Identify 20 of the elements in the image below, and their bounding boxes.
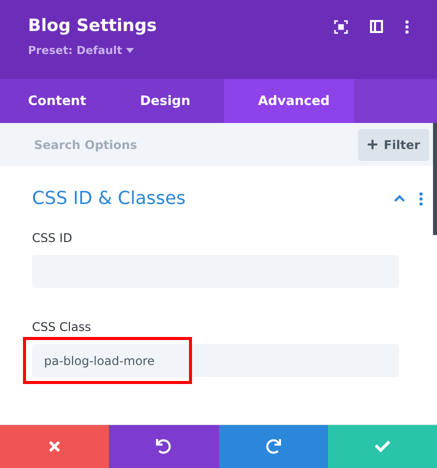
section-title: CSS ID & Classes — [32, 188, 186, 209]
redo-icon — [266, 439, 281, 454]
tab[interactable]: Advanced — [224, 79, 354, 123]
more-options-icon[interactable] — [419, 192, 423, 206]
plus-icon — [366, 139, 378, 150]
preset-dropdown[interactable]: Preset: Default — [28, 44, 157, 57]
filter-button[interactable]: Filter — [358, 128, 429, 160]
search-field[interactable]: Search Options — [32, 136, 232, 152]
chevron-up-icon[interactable] — [394, 195, 405, 202]
caret-icon[interactable] — [126, 48, 134, 53]
sidebar-layout-icon[interactable] — [370, 20, 383, 33]
field-label: CSS Class — [32, 320, 92, 334]
field-label: CSS ID — [32, 231, 74, 245]
fullscreen-icon[interactable] — [334, 20, 348, 34]
undo-icon — [156, 439, 172, 454]
close-icon — [47, 439, 62, 454]
text-field[interactable]: pa-blog-load-more — [32, 344, 399, 377]
more-options-icon[interactable] — [405, 20, 409, 34]
checkmark-icon — [374, 439, 390, 454]
panel-title: Blog Settings — [28, 16, 157, 36]
